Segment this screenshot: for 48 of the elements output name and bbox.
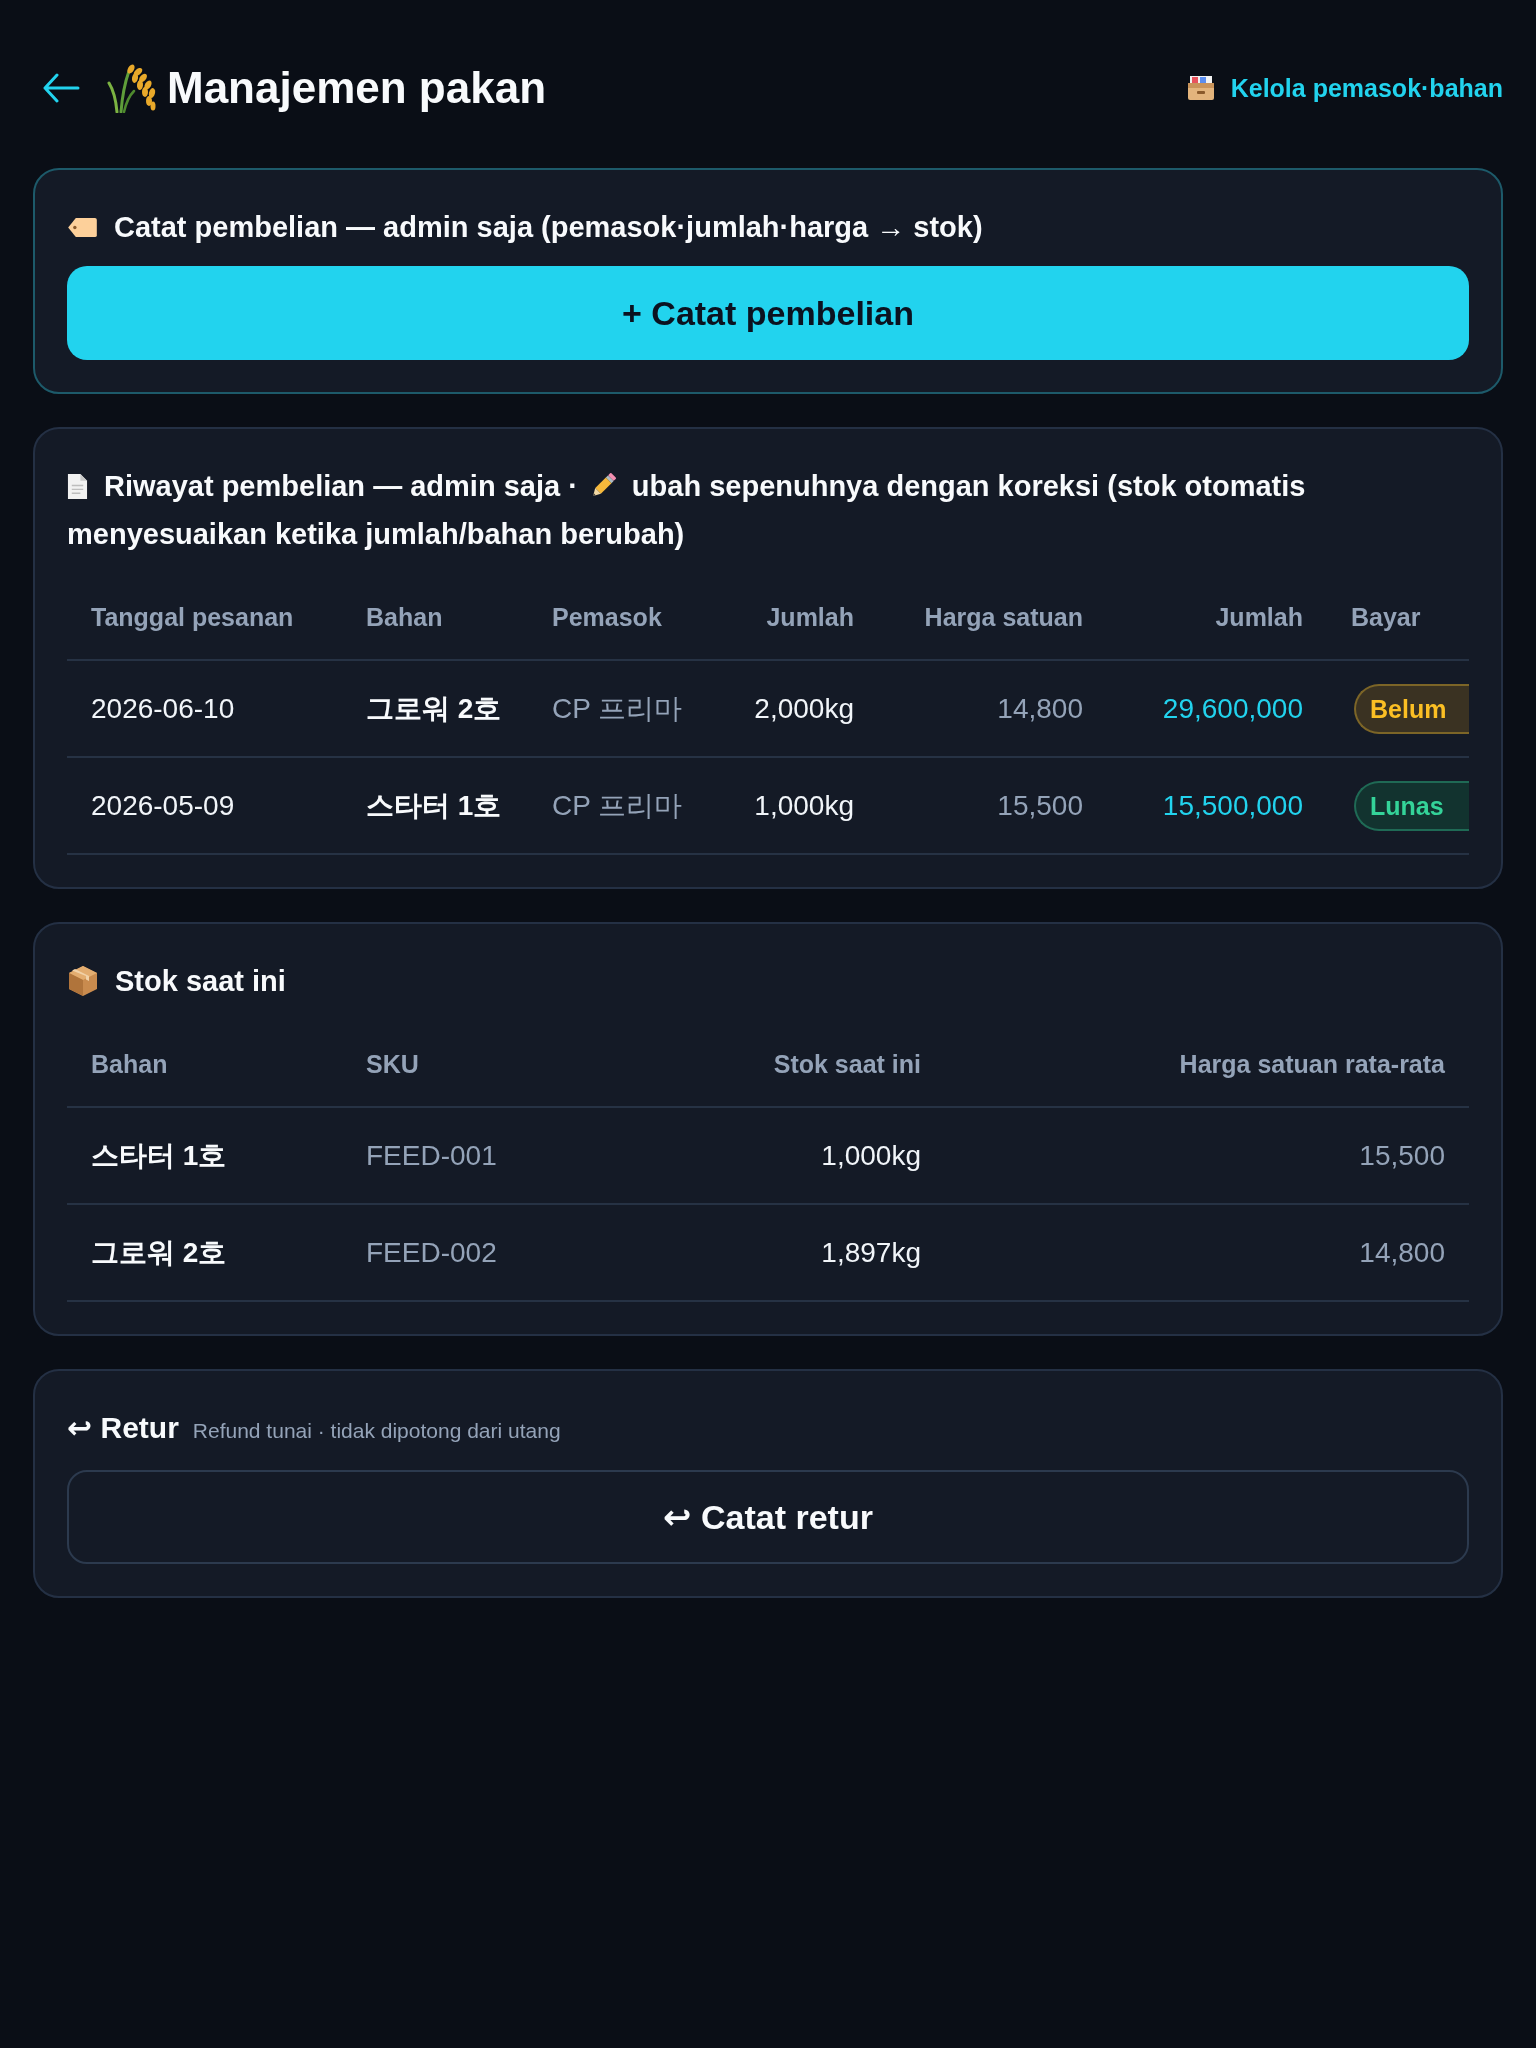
table-cell: 그로워 2호 — [91, 1236, 227, 1268]
table-cell: 1,897kg — [821, 1236, 921, 1268]
column-header: Bayar — [1351, 602, 1421, 631]
record-return-button[interactable]: ↩ Catat retur — [67, 1470, 1469, 1564]
table-cell: 14,800 — [997, 692, 1083, 724]
column-header: SKU — [366, 1049, 419, 1078]
document-icon — [67, 473, 88, 500]
table-cell: 15,500,000 — [1162, 789, 1303, 821]
back-icon[interactable] — [43, 73, 80, 103]
column-header: Bahan — [366, 602, 443, 631]
section-title: ↩ Retur — [67, 1410, 179, 1446]
table-cell: 스타터 1호 — [366, 789, 502, 821]
column-header: Bahan — [91, 1049, 168, 1078]
tag-icon — [67, 216, 98, 238]
column-header: Harga satuan — [924, 602, 1083, 631]
table-cell: 2026-06-10 — [91, 692, 235, 724]
table-cell: 15,500 — [1359, 1139, 1445, 1171]
table-cell: CP 프리마 — [552, 692, 683, 724]
table-cell: 1,000kg — [754, 789, 854, 821]
table-cell: CP 프리마 — [552, 789, 683, 821]
section-title: Stok saat ini — [115, 964, 286, 999]
grain-stalk-icon — [107, 63, 157, 113]
table-cell: 스타터 1호 — [91, 1139, 227, 1171]
table-cell: 2,000kg — [754, 692, 854, 724]
column-header: Harga satuan rata-rata — [1179, 1049, 1445, 1078]
column-header: Tanggal pesanan — [91, 602, 294, 631]
column-header: Jumlah — [766, 602, 854, 631]
table-cell: 14,800 — [1359, 1236, 1445, 1268]
table-cell: 2026-05-09 — [91, 789, 235, 821]
table-cell: 1,000kg — [821, 1139, 921, 1171]
section-title: Riwayat pembelian — admin saja · ubah sepenuhnya dengan koreksi (stok otomatis menyesuaikan ketika jumlah/bahan berubah) — [67, 469, 1307, 552]
section-note: Refund tunai · tidak dipotong dari utang — [192, 1418, 561, 1444]
table-cell: FEED-001 — [366, 1139, 497, 1171]
page-title: Manajemen pakan — [167, 62, 547, 114]
table-cell: 그로워 2호 — [366, 692, 502, 724]
record-purchase-button[interactable]: + Catat pembelian — [67, 266, 1469, 360]
table-cell: FEED-002 — [366, 1236, 497, 1268]
file-box-icon — [1186, 75, 1215, 101]
status-badge: Lunas — [1354, 780, 1469, 831]
column-header: Jumlah — [1215, 602, 1303, 631]
package-icon — [67, 965, 99, 997]
status-badge: Belum — [1354, 683, 1469, 734]
column-header: Stok saat ini — [773, 1049, 921, 1078]
table-cell: 29,600,000 — [1162, 692, 1303, 724]
section-title: Catat pembelian — admin saja (pemasok·jumlah·harga → stok) — [114, 210, 983, 245]
manage-link[interactable]: Kelola pemasok·bahan — [1186, 73, 1503, 103]
column-header: Pemasok — [552, 602, 662, 631]
table-cell: 15,500 — [997, 789, 1083, 821]
